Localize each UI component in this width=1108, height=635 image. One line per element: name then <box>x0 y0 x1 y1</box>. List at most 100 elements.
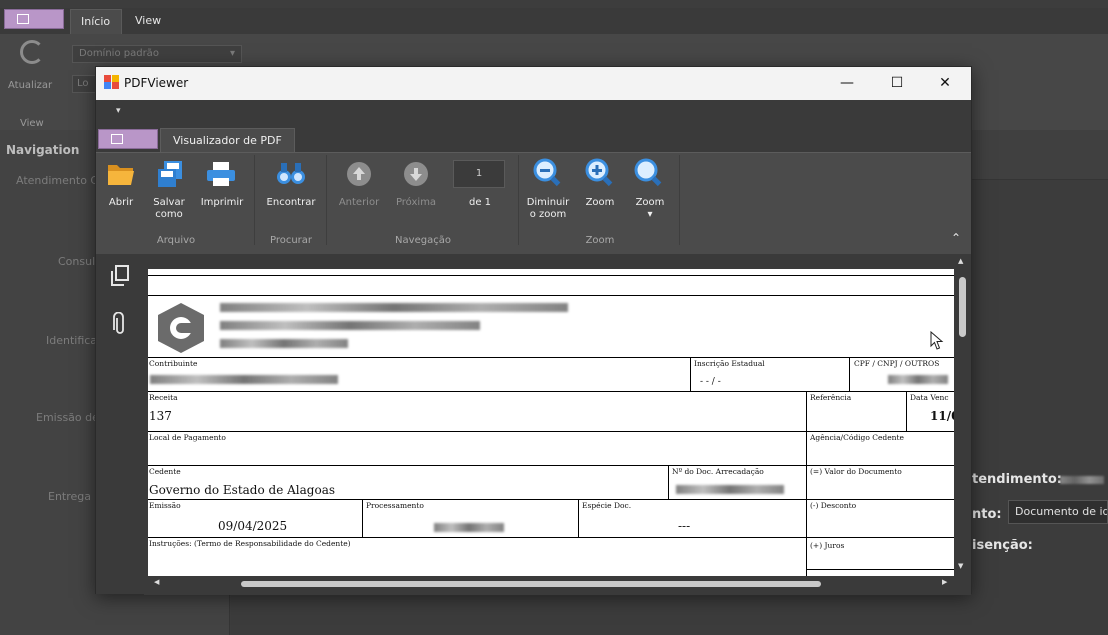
app-menu-icon <box>111 134 123 144</box>
refresh-label[interactable]: Atualizar <box>8 80 52 91</box>
scroll-down-icon[interactable]: ▼ <box>958 562 963 570</box>
background-tab-view[interactable]: View <box>135 14 161 27</box>
zoom-dropdown-icon: ▾ <box>647 209 653 220</box>
minimize-button[interactable]: — <box>824 67 870 100</box>
issue-label: Emissão <box>149 501 181 510</box>
agency-code-label: Agência/Código Cedente <box>810 433 904 442</box>
table-line <box>148 499 954 500</box>
payment-place-label: Local de Pagamento <box>149 433 226 442</box>
scroll-up-icon[interactable]: ▲ <box>958 257 963 265</box>
horizontal-scroll-thumb[interactable] <box>241 581 821 587</box>
scroll-right-icon[interactable]: ▶ <box>942 578 947 586</box>
background-tab-inicio[interactable]: Início <box>70 9 122 34</box>
zoom-out-label-1: Diminuir <box>526 197 570 208</box>
attendance-value-redacted <box>1060 476 1104 484</box>
vertical-scroll-thumb[interactable] <box>959 277 966 337</box>
next-page-icon[interactable] <box>403 161 429 187</box>
open-folder-icon[interactable] <box>106 161 136 187</box>
processing-label: Processamento <box>366 501 424 510</box>
zoom-icon[interactable] <box>634 158 664 188</box>
previous-page-icon[interactable] <box>346 161 372 187</box>
nav-item-identificacao[interactable]: Identifica <box>46 334 97 347</box>
pdf-side-panel <box>96 254 144 594</box>
quick-access-dropdown-icon[interactable]: ▾ <box>116 106 121 116</box>
interest-label: (+) Juros <box>810 541 845 550</box>
table-line <box>148 537 954 538</box>
refresh-icon[interactable] <box>20 40 44 64</box>
print-icon[interactable] <box>206 161 236 187</box>
maximize-button[interactable]: ☐ <box>874 67 920 100</box>
mouse-cursor-icon <box>930 331 944 350</box>
zoom-out-button[interactable]: Diminuir o zoom <box>524 197 572 221</box>
taxpayer-label: Contribuinte <box>149 359 198 368</box>
doc-kind-label: Espécie Doc. <box>582 501 632 510</box>
domain-dropdown[interactable]: Domínio padrão ▾ <box>72 45 242 63</box>
document-field[interactable]: Documento de ide <box>1008 500 1108 524</box>
issue-value: 09/04/2025 <box>218 519 288 533</box>
table-line <box>849 357 850 391</box>
table-line <box>148 431 954 432</box>
zoom-in-icon[interactable] <box>585 158 615 188</box>
next-button[interactable]: Próxima <box>390 197 442 209</box>
table-line <box>148 465 954 466</box>
save-as-label-2: como <box>155 209 183 220</box>
zoom-out-icon[interactable] <box>533 158 563 188</box>
table-line <box>906 391 907 431</box>
cpf-value-redacted <box>888 375 948 384</box>
organization-logo-icon <box>158 303 204 353</box>
ribbon-separator <box>254 155 255 245</box>
page-count-label: de 1 <box>468 197 492 208</box>
document-label: nto: <box>972 507 1002 522</box>
state-registration-value: - - / - <box>700 377 721 387</box>
find-button[interactable]: Encontrar <box>262 197 320 209</box>
background-app-menu-button[interactable] <box>4 9 64 29</box>
navigation-title: Navigation <box>6 143 80 157</box>
save-as-icon[interactable] <box>156 160 184 188</box>
attendance-label: tendimento: <box>972 472 1063 487</box>
nav-item-entrega[interactable]: Entrega <box>48 490 91 503</box>
taxpayer-value-redacted <box>150 375 338 384</box>
exemption-label: isenção: <box>972 538 1033 553</box>
table-line <box>362 499 363 537</box>
open-button[interactable]: Abrir <box>104 197 138 209</box>
nav-item-consulta[interactable]: Consul <box>58 255 95 268</box>
group-arquivo: Arquivo <box>156 235 196 246</box>
assignor-label: Cedente <box>149 467 181 476</box>
save-as-button[interactable]: Salvar como <box>146 197 192 221</box>
instructions-label: Instruções: (Termo de Responsabilidade d… <box>149 539 351 548</box>
binoculars-icon[interactable] <box>276 161 306 187</box>
attachments-icon[interactable] <box>113 312 127 336</box>
table-line <box>148 275 954 276</box>
zoom-button[interactable]: Zoom ▾ <box>630 197 670 221</box>
discount-label: (-) Desconto <box>810 501 857 510</box>
zoom-label: Zoom <box>635 197 665 208</box>
zoom-in-button[interactable]: Zoom <box>580 197 620 209</box>
ribbon-separator <box>518 155 519 245</box>
table-line <box>578 499 579 537</box>
table-line <box>148 391 954 392</box>
tab-visualizador-pdf[interactable]: Visualizador de PDF <box>160 128 295 152</box>
ribbon-separator <box>679 155 680 245</box>
nav-item-emissao[interactable]: Emissão de <box>36 411 99 424</box>
table-line <box>806 391 807 576</box>
chevron-down-icon: ▾ <box>229 48 235 59</box>
page-number-input[interactable]: 1 <box>453 160 505 188</box>
revenue-label: Receita <box>149 393 178 402</box>
pdf-viewer-window: PDFViewer — ☐ ✕ ▾ Visualizador de PDF Ab… <box>95 66 972 595</box>
page-thumbnails-icon[interactable] <box>110 265 130 287</box>
pdf-app-menu-button[interactable] <box>98 129 158 149</box>
close-button[interactable]: ✕ <box>922 67 968 100</box>
header-line-redacted <box>220 339 348 348</box>
processing-value-redacted <box>434 523 504 532</box>
collapse-ribbon-icon[interactable]: ⌃ <box>951 231 961 245</box>
pdf-app-icon <box>104 75 119 89</box>
scroll-left-icon[interactable]: ◀ <box>154 578 159 586</box>
ribbon-separator <box>326 155 327 245</box>
table-line <box>690 357 691 391</box>
nav-item-atendimento[interactable]: Atendimento C <box>16 174 98 187</box>
group-procurar: Procurar <box>269 235 313 246</box>
print-button[interactable]: Imprimir <box>200 197 244 209</box>
revenue-value: 137 <box>149 409 172 423</box>
table-line <box>668 465 669 499</box>
previous-button[interactable]: Anterior <box>334 197 384 209</box>
